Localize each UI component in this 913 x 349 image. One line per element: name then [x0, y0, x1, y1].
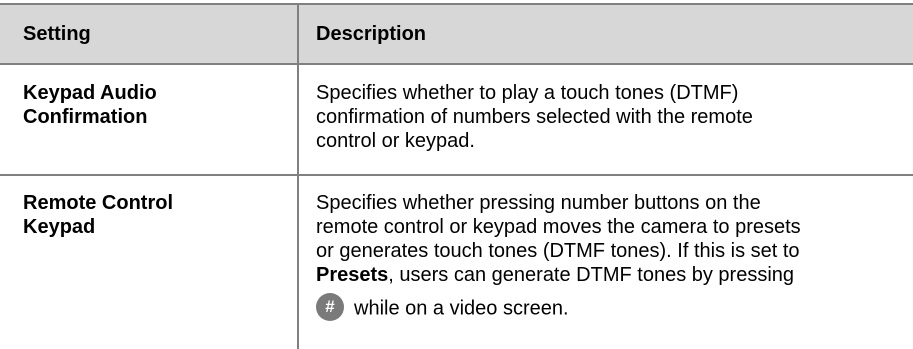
- pound-key-icon: #: [316, 293, 344, 321]
- description-fragment: , users can generate DTMF tones by press…: [388, 264, 795, 286]
- row-divider: [0, 174, 913, 176]
- setting-line: Keypad: [23, 216, 96, 238]
- column-divider: [297, 3, 299, 349]
- row-1-setting: Keypad Audio Confirmation: [23, 81, 157, 129]
- description-fragment: while on a video screen.: [354, 297, 569, 320]
- description-line: remote control or keypad moves the camer…: [316, 216, 801, 238]
- description-line: Presets, users can generate DTMF tones b…: [316, 263, 906, 287]
- row-1-description: Specifies whether to play a touch tones …: [316, 81, 906, 153]
- description-line: Specifies whether to play a touch tones …: [316, 82, 739, 104]
- presets-option: Presets: [316, 264, 389, 286]
- description-line: # while on a video screen.: [316, 293, 906, 323]
- table-header: [0, 3, 913, 65]
- description-line: Specifies whether pressing number button…: [316, 192, 761, 214]
- setting-line: Keypad Audio: [23, 82, 157, 104]
- description-line: control or keypad.: [316, 130, 475, 152]
- settings-table: Setting Description Keypad Audio Confirm…: [0, 0, 913, 349]
- setting-line: Remote Control: [23, 192, 173, 214]
- header-setting: Setting: [23, 23, 91, 45]
- description-line: or generates touch tones (DTMF tones). I…: [316, 240, 800, 262]
- header-description: Description: [316, 23, 427, 45]
- description-line: confirmation of numbers selected with th…: [316, 106, 753, 128]
- row-2-description: Specifies whether pressing number button…: [316, 191, 906, 323]
- row-2-setting: Remote Control Keypad: [23, 191, 173, 239]
- setting-line: Confirmation: [23, 106, 148, 128]
